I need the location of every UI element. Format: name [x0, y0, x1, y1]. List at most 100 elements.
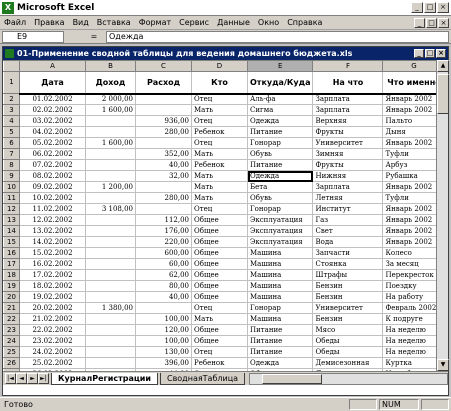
menu-view[interactable]: Вид	[69, 18, 93, 27]
row-header[interactable]: 25	[3, 346, 20, 358]
row-header[interactable]: 6	[3, 137, 20, 149]
tab-next-icon[interactable]: ►	[27, 373, 38, 384]
cell[interactable]: 22.02.2002	[19, 324, 86, 336]
cell[interactable]: Штрафы	[312, 269, 384, 281]
cell[interactable]: Питание	[246, 324, 314, 336]
row-header[interactable]: 14	[3, 225, 20, 237]
cell[interactable]: 40,00	[135, 291, 192, 303]
cell[interactable]: Зарплата	[312, 181, 384, 193]
cell[interactable]: 1 200,00	[85, 181, 136, 193]
cell[interactable]: Запчасти	[312, 247, 384, 259]
cell[interactable]: 2 000,00	[85, 93, 136, 105]
column-header-e[interactable]: E	[246, 60, 314, 72]
row-header[interactable]: 18	[3, 269, 20, 281]
cell[interactable]: Общее	[191, 214, 248, 226]
tab-journal[interactable]: КурналРегистрации	[51, 372, 158, 385]
cell[interactable]: 10.02.2002	[19, 192, 86, 204]
cell[interactable]: Вода	[312, 236, 384, 248]
tab-last-icon[interactable]: ►|	[38, 373, 49, 384]
menu-insert[interactable]: Вставка	[93, 18, 135, 27]
column-title[interactable]: Откуда/Куда	[246, 71, 314, 95]
wb-close-icon[interactable]: ×	[436, 49, 446, 58]
cell[interactable]	[85, 192, 136, 204]
cell[interactable]: 11.02.2002	[19, 203, 86, 215]
cell[interactable]: 220,00	[135, 236, 192, 248]
cell[interactable]: Общее	[191, 236, 248, 248]
cell[interactable]: 352,00	[135, 148, 192, 160]
cell[interactable]: Гонорар	[246, 302, 314, 314]
cell[interactable]: Отец	[191, 115, 248, 127]
cell[interactable]: Ребенок	[191, 159, 248, 171]
cell[interactable]: Свет	[312, 225, 384, 237]
cell[interactable]: 13.02.2002	[19, 225, 86, 237]
cell[interactable]: 40,00	[135, 159, 192, 171]
cell[interactable]: 176,00	[135, 225, 192, 237]
cell[interactable]: 03.02.2002	[19, 115, 86, 127]
cell[interactable]	[85, 214, 136, 226]
cell[interactable]: Гонорар	[246, 137, 314, 149]
cell[interactable]: 02.02.2002	[19, 104, 86, 116]
cell[interactable]: 130,00	[135, 346, 192, 358]
cell[interactable]: Ребенок	[191, 357, 248, 369]
cell[interactable]: Фрукты	[312, 126, 384, 138]
row-header[interactable]: 9	[3, 170, 20, 182]
row-header[interactable]: 13	[3, 214, 20, 226]
cell[interactable]: 62,00	[135, 269, 192, 281]
cell[interactable]: Мать	[191, 170, 248, 182]
cell[interactable]	[135, 181, 192, 193]
row-header[interactable]: 12	[3, 203, 20, 215]
cell[interactable]: Обеды	[312, 346, 384, 358]
cell[interactable]: 60,00	[135, 258, 192, 270]
cell[interactable]: Питание	[246, 159, 314, 171]
cell[interactable]: Машина	[246, 247, 314, 259]
row-header[interactable]: 21	[3, 302, 20, 314]
cell[interactable]	[85, 291, 136, 303]
cell[interactable]: Одежда	[246, 357, 314, 369]
cell[interactable]: Университет	[312, 302, 384, 314]
doc-close-icon[interactable]: ×	[438, 17, 449, 28]
cell[interactable]	[85, 346, 136, 358]
cell[interactable]: Фрукты	[312, 159, 384, 171]
column-title[interactable]: Расход	[135, 71, 192, 95]
menu-help[interactable]: Справка	[283, 18, 326, 27]
cell[interactable]	[85, 115, 136, 127]
cell[interactable]: Бензин	[312, 313, 384, 325]
row-header[interactable]: 24	[3, 335, 20, 347]
cell[interactable]: Машина	[246, 291, 314, 303]
cell[interactable]	[85, 324, 136, 336]
cell[interactable]: 1 380,00	[85, 302, 136, 314]
cell[interactable]: 15.02.2002	[19, 247, 86, 259]
cell[interactable]: Нижняя	[312, 170, 384, 182]
cell[interactable]	[85, 357, 136, 369]
doc-restore-icon[interactable]: □	[426, 17, 437, 28]
cell[interactable]: Одежда	[246, 170, 314, 182]
select-all-corner[interactable]	[3, 60, 20, 72]
cell[interactable]: Общее	[191, 324, 248, 336]
cell[interactable]: Общее	[191, 247, 248, 259]
row-header[interactable]: 8	[3, 159, 20, 171]
menu-tools[interactable]: Сервис	[175, 18, 213, 27]
cell[interactable]: Машина	[246, 269, 314, 281]
cell[interactable]: Бета	[246, 181, 314, 193]
cell[interactable]: Отец	[191, 302, 248, 314]
cell[interactable]: 07.02.2002	[19, 159, 86, 171]
cell[interactable]	[135, 137, 192, 149]
cell[interactable]: 08.02.2002	[19, 170, 86, 182]
cell[interactable]: Демисезонная	[312, 357, 384, 369]
cell[interactable]: Университет	[312, 137, 384, 149]
formula-equals[interactable]: =	[82, 32, 106, 41]
cell[interactable]: 05.02.2002	[19, 137, 86, 149]
cell[interactable]: Общее	[191, 225, 248, 237]
cell[interactable]: Общее	[191, 335, 248, 347]
cell[interactable]: Мать	[191, 181, 248, 193]
cell[interactable]: 100,00	[135, 313, 192, 325]
column-title[interactable]: На что	[312, 71, 384, 95]
doc-minimize-icon[interactable]: _	[414, 17, 425, 28]
minimize-icon[interactable]: _	[411, 2, 423, 13]
column-header-a[interactable]: A	[19, 60, 86, 72]
cell[interactable]: 1 600,00	[85, 137, 136, 149]
cell[interactable]: Бензин	[312, 280, 384, 292]
tab-first-icon[interactable]: |◄	[5, 373, 16, 384]
cell[interactable]	[85, 280, 136, 292]
menu-format[interactable]: Формат	[135, 18, 175, 27]
